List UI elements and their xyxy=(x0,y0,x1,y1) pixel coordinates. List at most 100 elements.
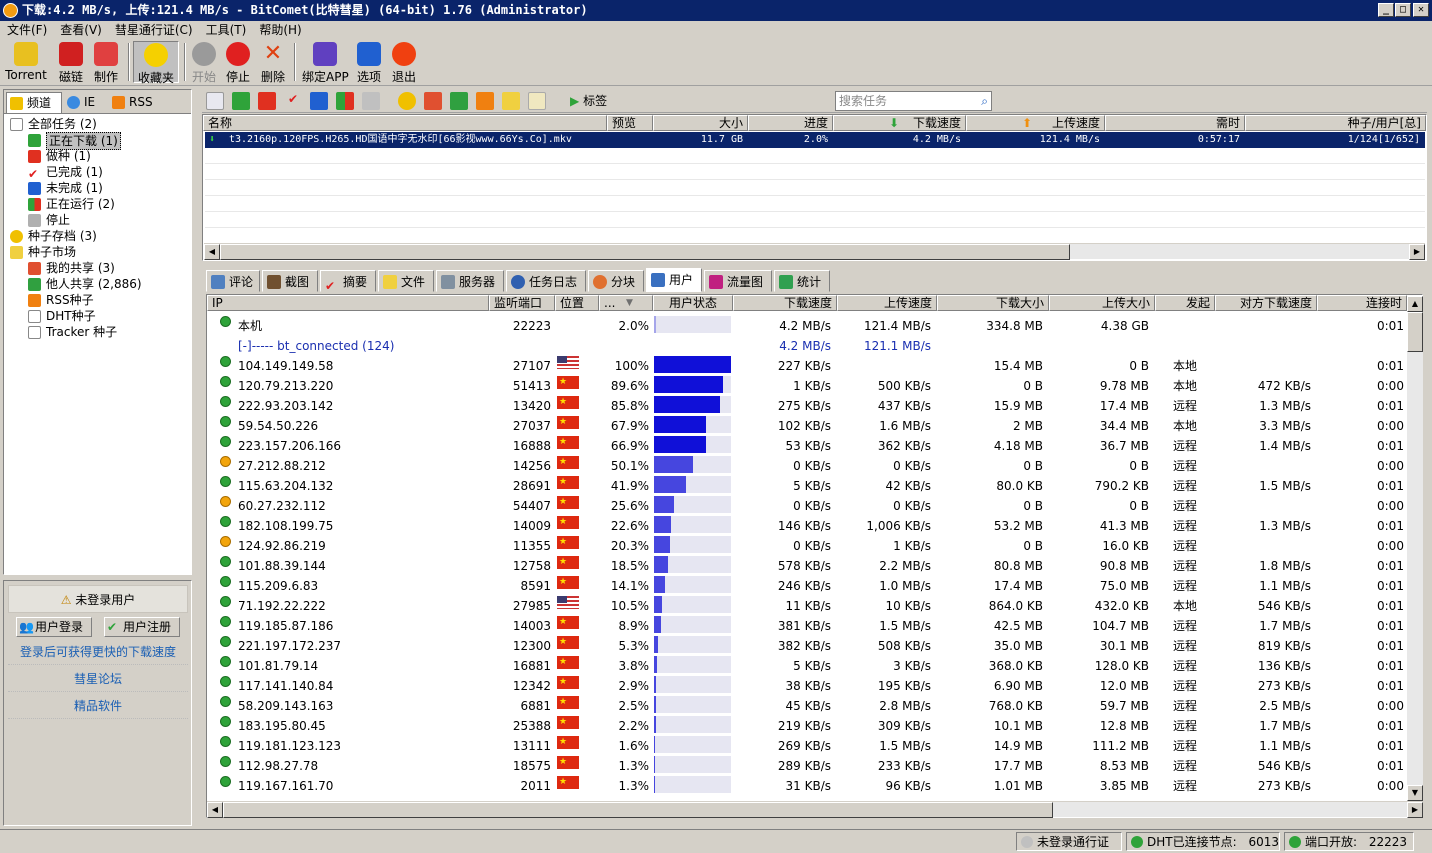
peer-row[interactable]: 124.92.86.219 11355 20.3% 0 KB/s 1 KB/s 0 B 16… xyxy=(207,532,1407,556)
search-input[interactable]: 搜索任务 ⌕ xyxy=(835,91,992,111)
peer-row[interactable]: 115.63.204.132 28691 41.9% 5 KB/s 42 KB/s 80.… xyxy=(207,472,1407,496)
peer-row[interactable]: 183.195.80.45 25388 2.2% 219 KB/s 309 KB/s 10… xyxy=(207,712,1407,736)
col-remote-download[interactable]: 对方下载速度 xyxy=(1215,295,1317,311)
user-login-button[interactable]: 👥 用户登录 xyxy=(16,617,92,637)
menu-view[interactable]: 查看(V) xyxy=(54,21,108,39)
menu-help[interactable]: 帮助(H) xyxy=(253,21,307,39)
scroll-thumb[interactable] xyxy=(1407,312,1423,352)
tab-task-log[interactable]: 任务日志 xyxy=(506,270,586,292)
make-torrent-button[interactable]: 制作 xyxy=(90,41,122,84)
delete-button[interactable]: ✕ 删除 xyxy=(259,41,287,85)
peer-row[interactable]: 104.149.149.58 27107 100% 227 KB/s 15.4 MB 0 … xyxy=(207,356,1407,376)
col-upload-speed[interactable]: ⬆ 上传速度 xyxy=(966,115,1105,131)
stopped-icon[interactable] xyxy=(362,92,380,110)
menu-file[interactable]: 文件(F) xyxy=(1,21,53,39)
peer-row[interactable]: 58.209.143.163 6881 2.5% 45 KB/s 2.8 MB/s 768… xyxy=(207,692,1407,716)
torrent-button[interactable]: Torrent xyxy=(4,41,48,83)
share-icon[interactable] xyxy=(450,92,468,110)
download-icon[interactable] xyxy=(232,92,250,110)
scroll-thumb[interactable] xyxy=(223,802,1053,818)
col-download-speed[interactable]: ⬇ 下载速度 xyxy=(833,115,966,131)
maximize-button[interactable]: □ xyxy=(1395,3,1411,17)
dht-icon[interactable] xyxy=(502,92,520,110)
peer-row[interactable]: 71.192.22.222 27985 10.5% 11 KB/s 10 KB/s 864… xyxy=(207,596,1407,616)
stop-button[interactable]: 停止 xyxy=(224,41,252,84)
peer-row[interactable]: 182.108.199.75 14009 22.6% 146 KB/s 1,006 KB… xyxy=(207,512,1407,536)
col-ip[interactable]: IP xyxy=(207,295,489,311)
magnet-button[interactable]: 磁链 xyxy=(55,41,87,84)
tab-ie[interactable]: IE xyxy=(64,92,108,113)
scroll-right-icon[interactable]: ▶ xyxy=(1409,244,1425,260)
incomplete-icon[interactable] xyxy=(310,92,328,110)
task-hscrollbar[interactable]: ◀ ▶ xyxy=(204,243,1425,260)
col-uploaded[interactable]: 上传大小 xyxy=(1049,295,1155,311)
scroll-thumb[interactable] xyxy=(220,244,1070,260)
peer-row[interactable]: 101.88.39.144 12758 18.5% 578 KB/s 2.2 MB/s 8… xyxy=(207,552,1407,576)
tag-button[interactable]: ▶ 标签 xyxy=(570,93,607,109)
col-peer-download[interactable]: 下载速度 xyxy=(733,295,837,311)
check-icon[interactable]: ✔ xyxy=(284,92,302,110)
col-name[interactable]: 名称 xyxy=(203,115,607,131)
share-icon[interactable] xyxy=(424,92,442,110)
new-task-icon[interactable] xyxy=(206,92,224,110)
peer-row[interactable]: 115.209.6.83 8591 14.1% 246 KB/s 1.0 MB/s 17.… xyxy=(207,572,1407,596)
peer-row[interactable]: 223.157.206.166 16888 66.9% 53 KB/s 362 KB/s… xyxy=(207,432,1407,456)
peer-row[interactable]: 112.98.27.78 18575 1.3% 289 KB/s 233 KB/s 17.… xyxy=(207,752,1407,776)
options-button[interactable]: 选项 xyxy=(355,41,383,84)
archive-icon[interactable] xyxy=(398,92,416,110)
rss-icon[interactable] xyxy=(476,92,494,110)
peer-row[interactable]: 117.141.140.84 12342 2.9% 38 KB/s 195 KB/s 6.… xyxy=(207,672,1407,696)
scroll-up-icon[interactable]: ▲ xyxy=(1407,296,1423,312)
col-downloaded[interactable]: 下载大小 xyxy=(937,295,1049,311)
forum-link[interactable]: 彗星论坛 xyxy=(8,666,188,692)
peer-group-row[interactable]: [-]----- bt_connected (124) 4.2 MB/s 121… xyxy=(207,336,1407,356)
tab-traffic-graph[interactable]: 流量图 xyxy=(704,270,772,292)
col-initiator[interactable]: 发起 xyxy=(1155,295,1215,311)
peer-row[interactable]: 60.27.232.112 54407 25.6% 0 KB/s 0 KB/s 0 B 0 … xyxy=(207,492,1407,516)
peer-row[interactable]: 119.167.161.70 2011 1.3% 31 KB/s 96 KB/s 1.01… xyxy=(207,772,1407,796)
minimize-button[interactable]: _ xyxy=(1378,3,1394,17)
scroll-left-icon[interactable]: ◀ xyxy=(204,244,220,260)
peer-row[interactable]: 119.185.87.186 14003 8.9% 381 KB/s 1.5 MB/s 4… xyxy=(207,612,1407,636)
favorites-button[interactable]: 收藏夹 xyxy=(133,41,179,85)
col-eta[interactable]: 需时 xyxy=(1105,115,1245,131)
peer-row-local[interactable]: 本机 22223 2.0% 4.2 MB/s 121.4 MB/s 334.8 … xyxy=(207,316,1407,336)
peer-row[interactable]: 101.81.79.14 16881 3.8% 5 KB/s 3 KB/s 368.0 K… xyxy=(207,652,1407,676)
tab-files[interactable]: 文件 xyxy=(378,270,434,292)
scroll-down-icon[interactable]: ▼ xyxy=(1407,785,1423,801)
col-user-state[interactable]: 用户状态 xyxy=(653,295,733,311)
scroll-right-icon[interactable]: ▶ xyxy=(1407,802,1423,818)
peer-row[interactable]: 221.197.172.237 12300 5.3% 382 KB/s 508 KB/s… xyxy=(207,632,1407,656)
tab-peers[interactable]: 用户 xyxy=(646,268,702,292)
task-row[interactable]: ⬇ t3.2160p.120FPS.H265.HD国语中字无水印[66影视www… xyxy=(205,132,1425,148)
start-button[interactable]: 开始 xyxy=(190,41,218,84)
running-icon[interactable] xyxy=(336,92,354,110)
tab-comments[interactable]: 评论 xyxy=(206,270,260,292)
peer-row[interactable]: 119.181.123.123 13111 1.6% 269 KB/s 1.5 MB/s… xyxy=(207,732,1407,756)
close-button[interactable]: ✕ xyxy=(1413,3,1429,17)
tracker-icon[interactable] xyxy=(528,92,546,110)
tab-statistics[interactable]: 统计 xyxy=(774,270,830,292)
peer-vscrollbar[interactable]: ▲ ▼ xyxy=(1407,296,1423,801)
passport-status[interactable]: 未登录通行证 xyxy=(1016,832,1122,851)
tab-channel[interactable]: 频道 xyxy=(6,92,62,113)
col-seeds[interactable]: 种子/用户[总] xyxy=(1245,115,1426,131)
faster-download-link[interactable]: 登录后可获得更快的下载速度 xyxy=(8,639,188,665)
col-connected-time[interactable]: 连接时 xyxy=(1317,295,1407,311)
tab-rss[interactable]: RSS xyxy=(109,92,159,113)
exit-button[interactable]: 退出 xyxy=(390,41,418,84)
tab-servers[interactable]: 服务器 xyxy=(436,270,504,292)
menu-passport[interactable]: 彗星通行证(C) xyxy=(109,21,199,39)
tab-pieces[interactable]: 分块 xyxy=(588,270,644,292)
tab-screenshots[interactable]: 截图 xyxy=(262,270,318,292)
menu-tools[interactable]: 工具(T) xyxy=(200,21,253,39)
peer-hscrollbar[interactable]: ◀ ▶ xyxy=(207,801,1423,818)
col-port[interactable]: 监听端口 xyxy=(489,295,555,311)
user-register-button[interactable]: ✔ 用户注册 xyxy=(104,617,180,637)
col-location[interactable]: 位置 xyxy=(555,295,599,311)
col-peer-upload[interactable]: 上传速度 xyxy=(837,295,937,311)
upload-icon[interactable] xyxy=(258,92,276,110)
search-icon[interactable]: ⌕ xyxy=(981,92,988,110)
tab-summary[interactable]: ✔ 摘要 xyxy=(320,270,376,293)
col-percent[interactable]: ... ▼ xyxy=(599,295,653,311)
